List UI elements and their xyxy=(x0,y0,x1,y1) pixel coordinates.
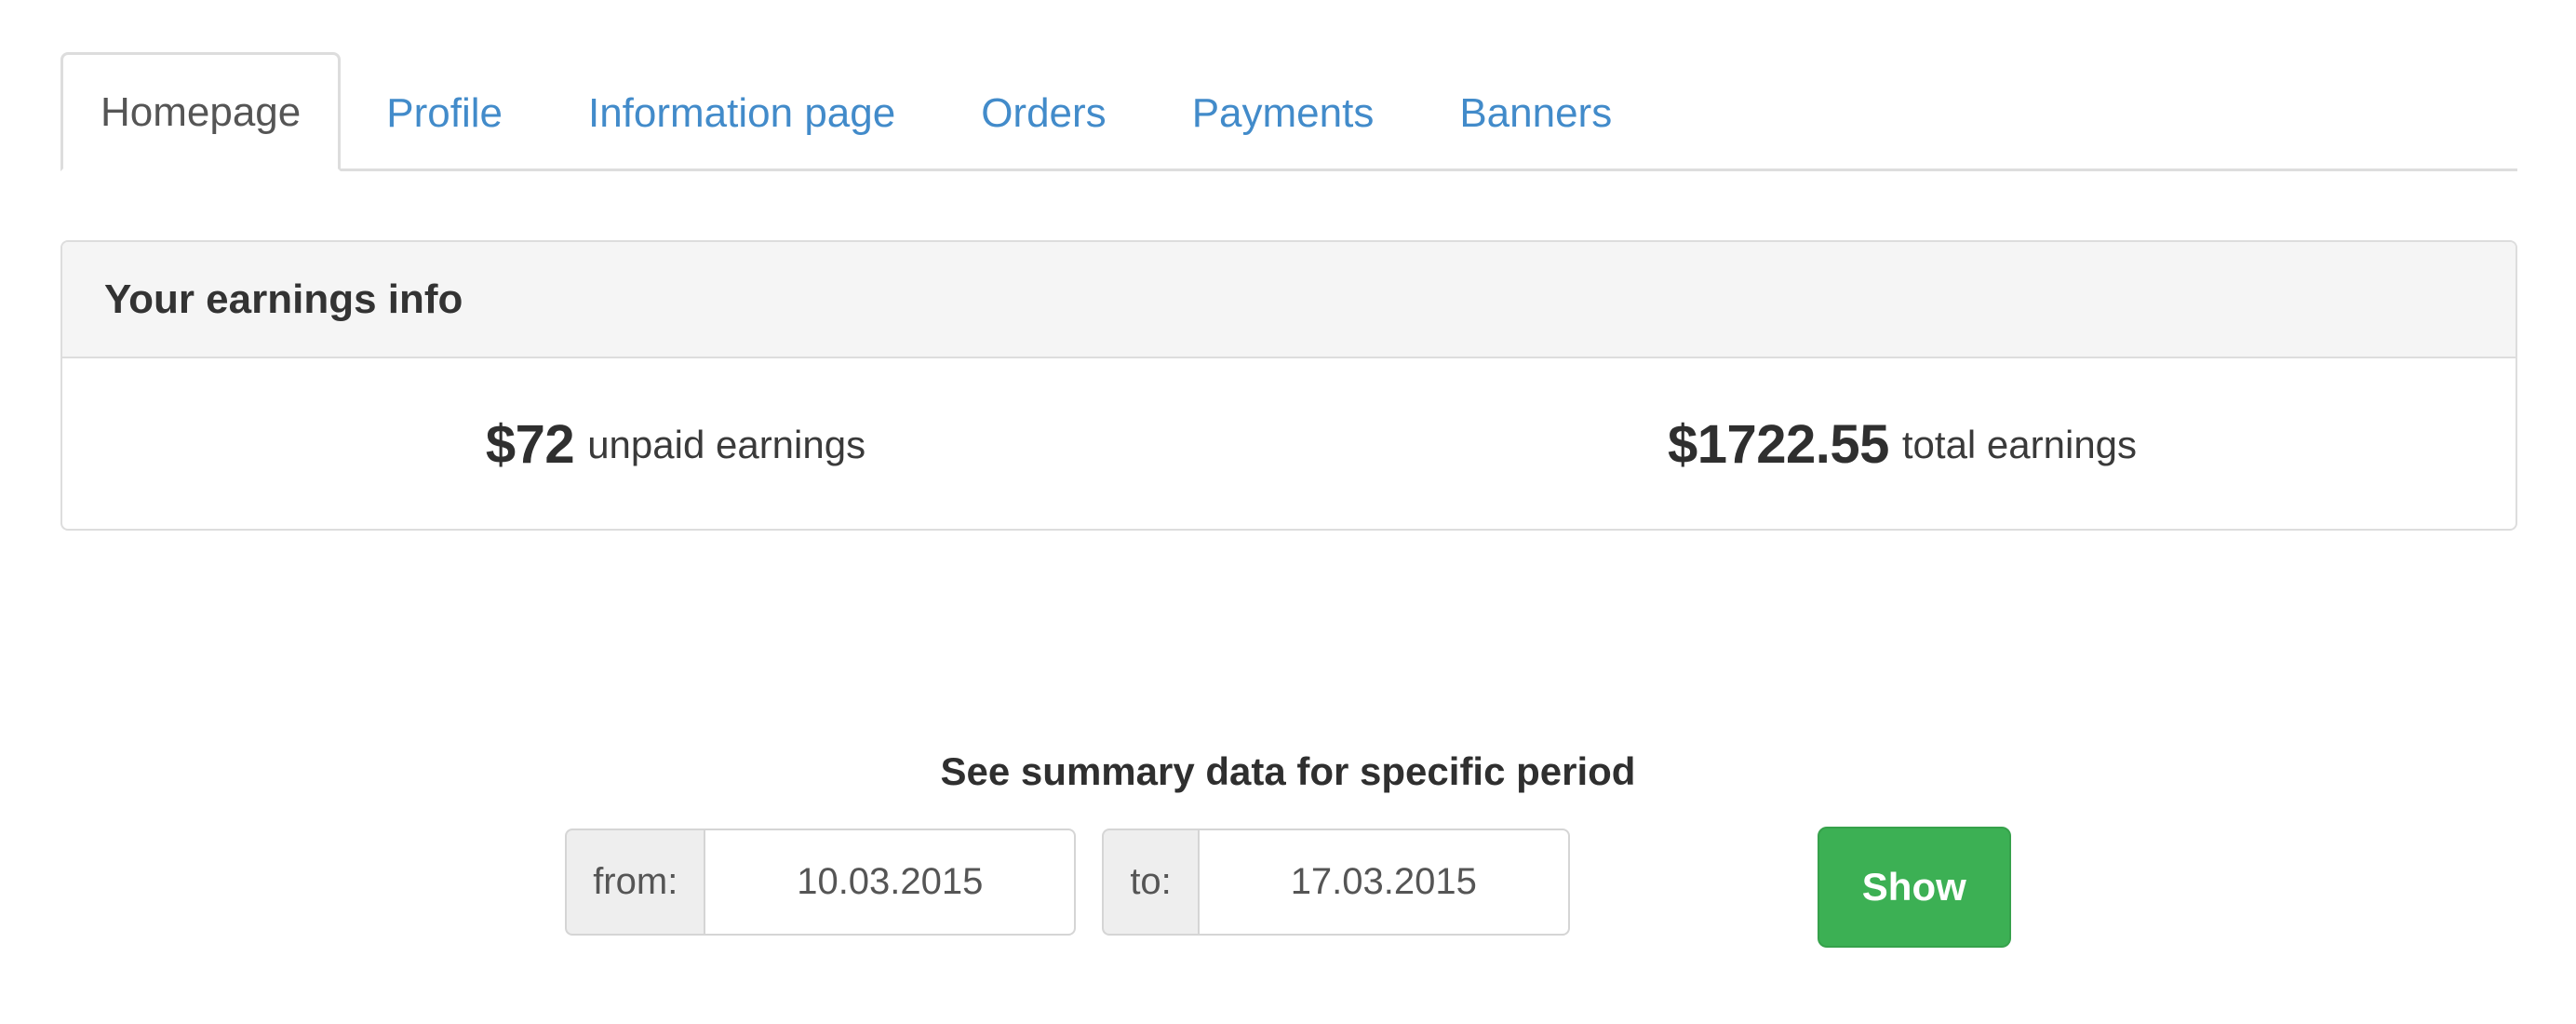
tab-orders[interactable]: Orders xyxy=(941,61,1146,168)
earnings-panel-body: $72 unpaid earnings $1722.55 total earni… xyxy=(62,358,2516,531)
total-earnings-amount: $1722.55 xyxy=(1667,414,1889,475)
tab-payments[interactable]: Payments xyxy=(1152,61,1415,168)
from-date-input[interactable] xyxy=(704,829,1077,936)
to-date-input[interactable] xyxy=(1197,829,1570,936)
earnings-panel: Your earnings info $72 unpaid earnings $… xyxy=(60,240,2517,531)
unpaid-earnings-block: $72 unpaid earnings xyxy=(62,358,1289,531)
total-earnings-label: total earnings xyxy=(1901,422,2138,466)
summary-period-heading: See summary data for specific period xyxy=(940,748,1636,793)
show-button[interactable]: Show xyxy=(1817,827,2011,948)
tab-information-page[interactable]: Information page xyxy=(548,61,935,168)
from-date-group: from: xyxy=(565,829,1077,936)
to-date-label: to: xyxy=(1102,829,1198,936)
to-date-group: to: xyxy=(1102,829,1570,936)
earnings-panel-title: Your earnings info xyxy=(104,276,463,322)
tab-banners[interactable]: Banners xyxy=(1419,61,1652,168)
earnings-panel-header: Your earnings info xyxy=(62,242,2516,358)
main-tab-bar: Homepage Profile Information page Orders… xyxy=(60,51,2517,171)
total-earnings-block: $1722.55 total earnings xyxy=(1289,358,2516,531)
period-filter-form: from: to: Show xyxy=(0,827,2576,954)
from-date-label: from: xyxy=(565,829,704,936)
unpaid-earnings-amount: $72 xyxy=(485,414,575,475)
tab-homepage[interactable]: Homepage xyxy=(60,52,342,171)
unpaid-earnings-label: unpaid earnings xyxy=(587,422,866,466)
tab-profile[interactable]: Profile xyxy=(346,61,543,168)
